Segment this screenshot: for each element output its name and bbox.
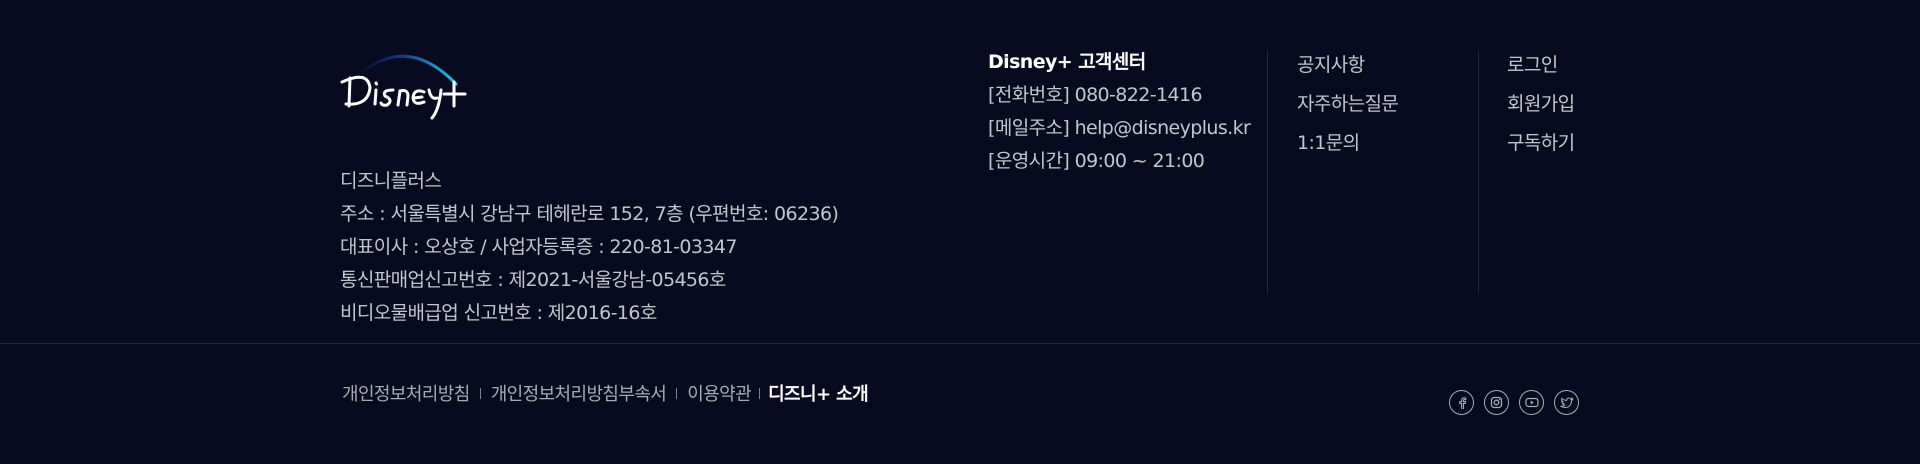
account-links: 로그인 회원가입 구독하기 xyxy=(1507,46,1575,163)
separator xyxy=(479,387,481,399)
support-email: [메일주소] help@disneyplus.kr xyxy=(988,117,1251,139)
link-signup[interactable]: 회원가입 xyxy=(1507,85,1575,124)
separator xyxy=(676,387,678,399)
divider xyxy=(1267,50,1268,294)
legal-links: 개인정보처리방침 개인정보처리방침부속서 이용약관 디즈니+ 소개 xyxy=(342,380,869,406)
support-title: Disney+ 고객센터 xyxy=(988,51,1146,73)
disney-plus-logo[interactable] xyxy=(338,48,472,124)
company-ceo: 대표이사 : 오상호 / 사업자등록증 : 220-81-03347 xyxy=(340,236,737,258)
customer-support: Disney+ 고객센터 [전화번호] 080-822-1416 [메일주소] … xyxy=(988,46,1251,178)
youtube-icon[interactable] xyxy=(1519,390,1544,415)
facebook-icon[interactable] xyxy=(1449,390,1474,415)
company-info: 디즈니플러스 주소 : 서울특별시 강남구 테헤란로 152, 7층 (우편번호… xyxy=(340,165,839,330)
social-links xyxy=(1449,390,1579,415)
company-address: 주소 : 서울특별시 강남구 테헤란로 152, 7층 (우편번호: 06236… xyxy=(340,203,839,225)
link-terms[interactable]: 이용약관 xyxy=(687,380,751,406)
link-login[interactable]: 로그인 xyxy=(1507,46,1575,85)
help-links: 공지사항 자주하는질문 1:1문의 xyxy=(1297,46,1399,163)
twitter-icon[interactable] xyxy=(1554,390,1579,415)
company-video-number: 비디오물배급업 신고번호 : 제2016-16호 xyxy=(340,302,657,324)
link-privacy-policy[interactable]: 개인정보처리방침 xyxy=(342,380,470,406)
link-about-disney-plus[interactable]: 디즈니+ 소개 xyxy=(768,380,869,406)
separator xyxy=(759,387,761,399)
instagram-icon[interactable] xyxy=(1484,390,1509,415)
link-subscribe[interactable]: 구독하기 xyxy=(1507,124,1575,163)
link-inquiry[interactable]: 1:1문의 xyxy=(1297,124,1398,163)
support-hours: [운영시간] 09:00 ~ 21:00 xyxy=(988,150,1205,172)
company-telecom-number: 통신판매업신고번호 : 제2021-서울강남-05456호 xyxy=(340,269,726,291)
divider xyxy=(1478,50,1479,294)
support-phone: [전화번호] 080-822-1416 xyxy=(988,84,1203,106)
company-name: 디즈니플러스 xyxy=(340,170,442,192)
link-privacy-appendix[interactable]: 개인정보처리방침부속서 xyxy=(491,380,667,406)
footer-divider xyxy=(0,343,1920,344)
link-faq[interactable]: 자주하는질문 xyxy=(1297,85,1399,124)
link-notice[interactable]: 공지사항 xyxy=(1297,46,1398,85)
